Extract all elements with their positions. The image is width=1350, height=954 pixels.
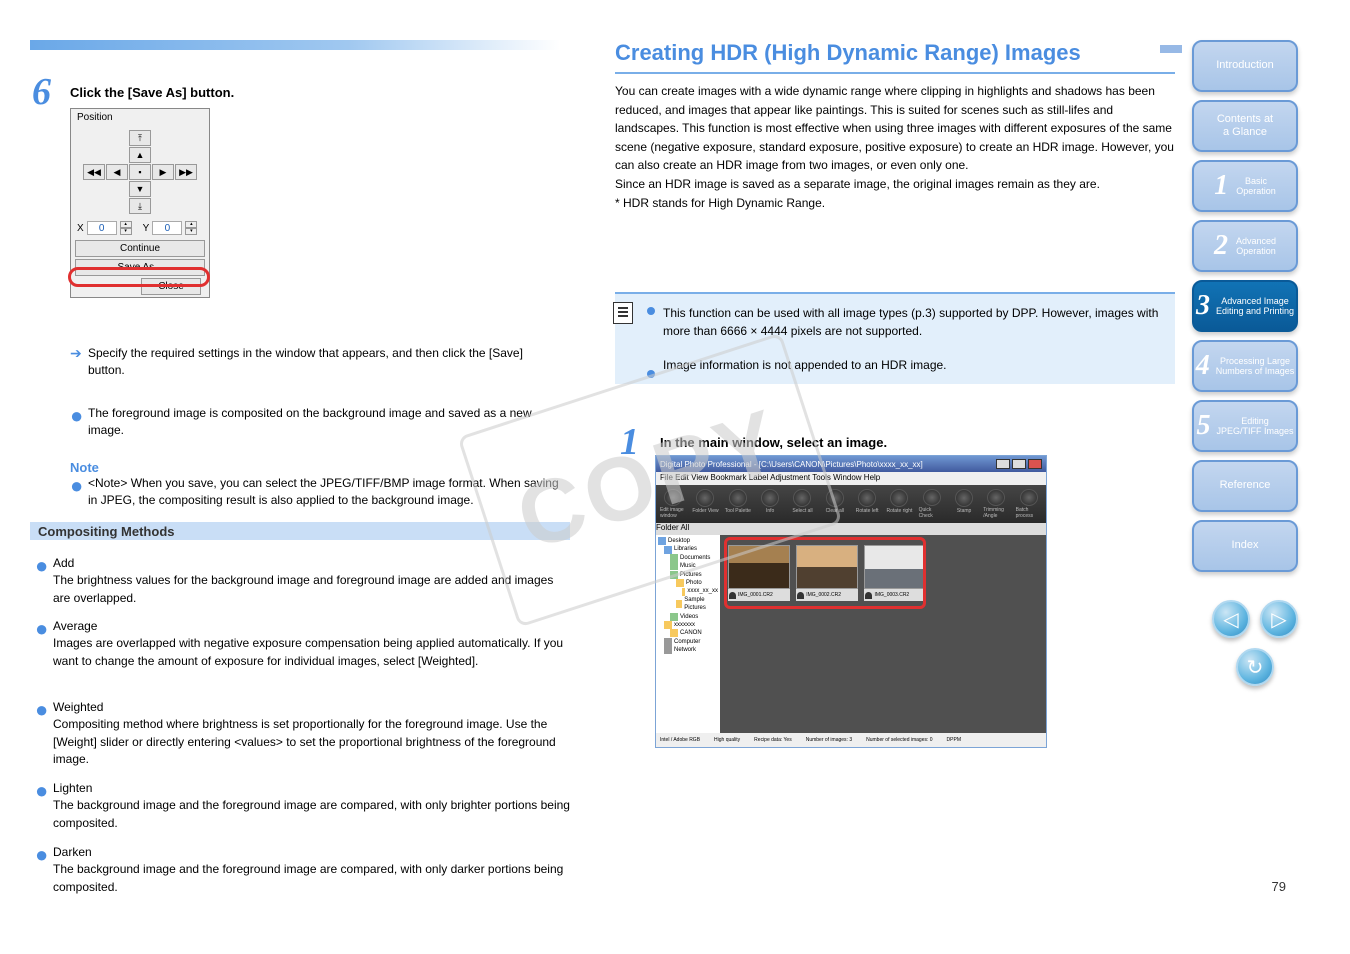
tool-stamp[interactable]: Stamp <box>951 489 977 519</box>
bullet-icon: ● <box>35 788 48 795</box>
tool-folder-view[interactable]: Folder View <box>692 489 718 519</box>
tool-select-all[interactable]: Select all <box>789 489 815 519</box>
continue-button[interactable]: Continue <box>75 240 205 257</box>
bullet-icon: ● <box>70 483 83 490</box>
bullet-icon: ● <box>35 852 48 859</box>
btn-center[interactable]: ▪ <box>129 164 151 180</box>
close-button[interactable]: Close <box>141 278 201 295</box>
main-window-screenshot: Digital Photo Professional - [C:\Users\C… <box>655 455 1047 748</box>
header-rule <box>30 40 560 50</box>
tab-4-large-numbers[interactable]: 4Processing Large Numbers of Images <box>1192 340 1298 392</box>
step-instruction-right: In the main window, select an image. <box>660 435 1170 450</box>
method-darken: DarkenThe background image and the foreg… <box>53 844 573 896</box>
tab-label: Reference <box>1220 479 1271 492</box>
bullet-icon: ● <box>35 626 48 633</box>
tab-introduction[interactable]: Introduction <box>1192 40 1298 92</box>
tab-5-editing-jpeg[interactable]: 5Editing JPEG/TIFF Images <box>1192 400 1298 452</box>
minimize-icon[interactable] <box>996 459 1010 469</box>
sub-toolbar: Folder All <box>656 523 1046 535</box>
step-instruction-left: Click the [Save As] button. <box>70 85 500 100</box>
step-number-left: 6 <box>32 70 51 114</box>
btn-up[interactable]: ▲ <box>129 147 151 163</box>
section-title: Compositing Methods <box>30 522 570 540</box>
tab-contents[interactable]: Contents at a Glance <box>1192 100 1298 152</box>
tool-trim[interactable]: Trimming /Angle <box>983 489 1009 519</box>
window-title: Digital Photo Professional - [C:\Users\C… <box>660 460 923 469</box>
btn-up-fast[interactable]: ⤒ <box>129 130 151 146</box>
header-mark <box>1160 45 1182 53</box>
tab-2-advanced[interactable]: 2Advanced Operation <box>1192 220 1298 272</box>
note-label: Note <box>70 460 99 475</box>
bullet-icon <box>647 307 655 315</box>
btn-down-fast[interactable]: ⤓ <box>129 198 151 214</box>
tool-palette[interactable]: Tool Palette <box>725 489 751 519</box>
maximize-icon[interactable] <box>1012 459 1026 469</box>
tool-rotate-left[interactable]: Rotate left <box>854 489 880 519</box>
right-intro: You can create images with a wide dynami… <box>615 82 1175 212</box>
position-grid: ⤒ ▲ ◀◀ ◀ ▪ ▶ ▶▶ ▼ ⤓ <box>71 126 209 218</box>
tab-label: Introduction <box>1216 59 1273 72</box>
tool-quick-check[interactable]: Quick Check <box>919 489 945 519</box>
method-add: AddThe brightness values for the backgro… <box>53 555 573 607</box>
tool-edit-window[interactable]: Edit image window <box>660 489 686 519</box>
bullet-text-1: The foreground image is composited on th… <box>88 405 568 440</box>
bullet-icon <box>647 370 655 378</box>
next-page-button[interactable]: ▷ <box>1260 600 1298 638</box>
thumbnail-area[interactable]: IMG_0001.CR2 IMG_0002.CR2 IMG_0003.CR2 <box>720 535 1046 733</box>
toolbar: Edit image window Folder View Tool Palet… <box>656 485 1046 523</box>
window-titlebar: Digital Photo Professional - [C:\Users\C… <box>656 456 1046 472</box>
heading-rule <box>615 72 1175 74</box>
tool-batch[interactable]: Batch process <box>1016 489 1042 519</box>
selection-highlight <box>724 537 926 609</box>
tab-label: Index <box>1232 539 1259 552</box>
y-spinner[interactable]: ▴▾ <box>185 221 197 235</box>
prev-page-button[interactable]: ◁ <box>1212 600 1250 638</box>
tab-1-basic[interactable]: 1Basic Operation <box>1192 160 1298 212</box>
info-box: This function can be used with all image… <box>615 294 1175 384</box>
method-weighted: WeightedCompositing method where brightn… <box>53 699 573 769</box>
close-icon[interactable] <box>1028 459 1042 469</box>
x-label: X <box>77 223 84 234</box>
result-arrow-icon: ➔ <box>70 345 82 362</box>
bullet-icon: ● <box>70 413 83 420</box>
method-lighten: LightenThe background image and the fore… <box>53 780 573 832</box>
y-label: Y <box>143 223 150 234</box>
x-input[interactable] <box>87 221 117 235</box>
return-button[interactable]: ↻ <box>1236 648 1274 686</box>
tab-label: Contents at a Glance <box>1217 113 1273 139</box>
window-controls <box>996 459 1042 469</box>
tab-3-advanced-editing[interactable]: 3Advanced Image Editing and Printing <box>1192 280 1298 332</box>
right-heading: Creating HDR (High Dynamic Range) Images <box>615 40 1081 66</box>
panel-title: Position <box>71 109 209 126</box>
menu-bar[interactable]: File Edit View Bookmark Label Adjustment… <box>656 472 1046 485</box>
y-input[interactable] <box>152 221 182 235</box>
btn-right-fast[interactable]: ▶▶ <box>175 164 197 180</box>
tool-clear-all[interactable]: Clear all <box>822 489 848 519</box>
info-text-1: This function can be used with all image… <box>663 304 1163 340</box>
btn-down[interactable]: ▼ <box>129 181 151 197</box>
btn-left[interactable]: ◀ <box>106 164 128 180</box>
tool-info[interactable]: Info <box>757 489 783 519</box>
bullet-icon: ● <box>35 707 48 714</box>
tool-rotate-right[interactable]: Rotate right <box>886 489 912 519</box>
position-panel: Position ⤒ ▲ ◀◀ ◀ ▪ ▶ ▶▶ ▼ ⤓ X ▴▾ Y ▴▾ C… <box>70 108 210 298</box>
status-bar: Intel / Adobe RGB High quality Recipe da… <box>656 733 1046 747</box>
method-average: AverageImages are overlapped with negati… <box>53 618 573 670</box>
folder-tree[interactable]: Desktop Libraries Documents Music Pictur… <box>656 535 720 733</box>
page-number: 79 <box>1272 879 1286 894</box>
result-text: Specify the required settings in the win… <box>88 345 558 380</box>
info-text-2: Image information is not appended to an … <box>663 356 1163 374</box>
tab-reference[interactable]: Reference <box>1192 460 1298 512</box>
btn-left-fast[interactable]: ◀◀ <box>83 164 105 180</box>
saveas-button[interactable]: Save As... <box>75 259 205 276</box>
x-spinner[interactable]: ▴▾ <box>120 221 132 235</box>
note-icon <box>613 302 633 324</box>
tab-index[interactable]: Index <box>1192 520 1298 572</box>
bullet-icon: ● <box>35 563 48 570</box>
step-number-right: 1 <box>620 420 639 464</box>
bullet-text-2: <Note> When you save, you can select the… <box>88 475 568 510</box>
btn-right[interactable]: ▶ <box>152 164 174 180</box>
